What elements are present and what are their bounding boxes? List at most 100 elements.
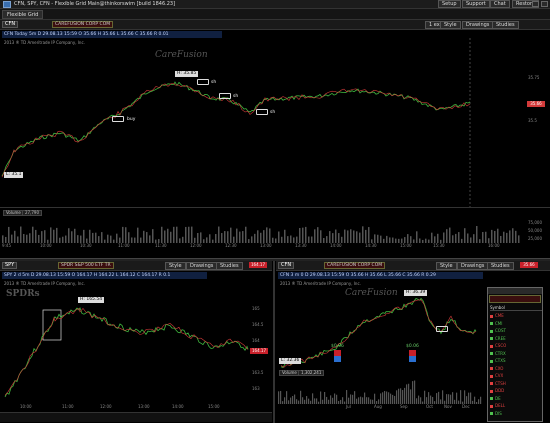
time-tick: 12:00	[190, 243, 202, 248]
volume-bar	[286, 391, 288, 404]
spy-chart-header: SPY SPDR S&P 500 ETF TR Style Drawings S…	[0, 261, 272, 271]
support-button[interactable]: Support	[462, 0, 490, 8]
watchlist-row[interactable]: DDD	[490, 388, 542, 394]
spy-scrollbar[interactable]	[0, 412, 272, 422]
volume-bar	[364, 392, 366, 404]
volume-bar	[254, 233, 256, 243]
volume-bar	[518, 235, 520, 243]
sell-annotation: sh	[211, 80, 217, 85]
main-price-chart[interactable]	[0, 38, 550, 210]
volume-bar	[346, 390, 348, 404]
spy-drawings-menu[interactable]: Drawings	[186, 262, 218, 270]
cfn2-price-series-down	[280, 299, 477, 368]
earnings-icon	[334, 356, 341, 362]
minimize-icon[interactable]	[532, 1, 539, 7]
volume-bar	[466, 396, 468, 404]
tab-flexible-grid[interactable]: Flexible Grid	[2, 10, 44, 19]
low-label: L: 35.1	[4, 172, 24, 178]
volume-bar	[284, 229, 286, 243]
volume-bar	[386, 391, 388, 404]
volume-bar	[83, 229, 85, 243]
close-icon[interactable]	[541, 1, 548, 7]
watchlist-row[interactable]: DIS	[490, 411, 542, 417]
spy-price-tick: 164.5	[252, 322, 264, 327]
watchlist-row[interactable]: CVX	[490, 373, 542, 379]
watchlist-row[interactable]: COST	[490, 328, 542, 334]
volume-bar	[436, 393, 438, 404]
volume-bar	[26, 234, 28, 243]
time-tick: Dec	[462, 404, 470, 409]
cfn2-price-chart[interactable]	[276, 288, 486, 378]
spy-price-tick: 164	[252, 338, 260, 343]
setup-button[interactable]: Setup	[438, 0, 461, 8]
watchlist-column-header[interactable]: Symbol	[490, 305, 542, 311]
watchlist-symbol: CSCO	[495, 343, 507, 348]
spy-symbol-input[interactable]: SPY	[2, 262, 18, 269]
volume-bar	[164, 230, 166, 243]
volume-bar	[101, 232, 103, 243]
volume-axis-tick: 75,000	[528, 220, 542, 225]
volume-bar	[32, 226, 34, 243]
volume-bar	[434, 236, 436, 243]
style-menu[interactable]: Style	[440, 21, 461, 29]
watchlist-row[interactable]: CME	[490, 313, 542, 319]
volume-bar	[382, 392, 384, 404]
dividend-marker[interactable]: $0.06	[331, 344, 344, 362]
watchlist-gadget: Symbol CME CMI COST CREE CSCO CTRX CTXS CXO CVX C…	[487, 287, 543, 422]
cfn2-drawings-menu[interactable]: Drawings	[457, 262, 489, 270]
sell-annotation: sh	[233, 94, 239, 99]
status-dot-icon	[490, 329, 493, 333]
watchlist-row[interactable]: CTSH	[490, 381, 542, 387]
chat-button[interactable]: Chat	[490, 0, 510, 8]
watchlist-row[interactable]: CTXS	[490, 358, 542, 364]
dividend-marker[interactable]: $0.06	[406, 344, 419, 362]
volume-bar	[68, 228, 70, 243]
watchlist-row[interactable]: DE	[490, 396, 542, 402]
watchlist-row[interactable]: CXO	[490, 366, 542, 372]
volume-bar	[365, 229, 367, 243]
spy-price-chart[interactable]	[0, 288, 250, 403]
cfn2-volume-histogram	[278, 380, 482, 404]
time-tick: 14:00	[172, 404, 184, 409]
arrow-icon	[256, 109, 268, 115]
volume-bar	[515, 230, 517, 243]
volume-bar	[218, 226, 220, 243]
spy-studies-menu[interactable]: Studies	[216, 262, 243, 270]
volume-bar	[137, 227, 139, 243]
volume-bar	[320, 230, 322, 243]
drawings-menu[interactable]: Drawings	[462, 21, 494, 29]
volume-bar	[176, 226, 178, 243]
title-bar: CFN, SPY, CFN - Flexible Grid Main@think…	[0, 0, 550, 9]
volume-bar	[412, 381, 414, 404]
watchlist-symbol: DDD	[495, 388, 505, 393]
volume-axis-tick: 50,000	[528, 228, 542, 233]
watchlist-selector[interactable]	[489, 295, 541, 303]
cfn2-style-menu[interactable]: Style	[436, 262, 457, 270]
cfn2-studies-menu[interactable]: Studies	[487, 262, 514, 270]
watchlist-row[interactable]: CTRX	[490, 351, 542, 357]
dividend-amount: $0.06	[406, 344, 419, 349]
volume-bar	[342, 397, 344, 404]
watchlist-row[interactable]: CSCO	[490, 343, 542, 349]
time-tick: 11:30	[155, 243, 167, 248]
volume-bar	[467, 233, 469, 243]
volume-bar	[173, 226, 175, 243]
cfn2-quote-values: D 29.08.13 15:59 O 35.66 H 35.66 L 35.66…	[304, 273, 436, 278]
time-tick: 12:30	[225, 243, 237, 248]
watchlist-row[interactable]: DELL	[490, 403, 542, 409]
watchlist-row[interactable]: CMI	[490, 321, 542, 327]
watchlist-row[interactable]: CREE	[490, 336, 542, 342]
spy-style-menu[interactable]: Style	[165, 262, 186, 270]
volume-bar	[503, 231, 505, 243]
volume-bar	[71, 231, 73, 243]
studies-menu[interactable]: Studies	[492, 21, 519, 29]
volume-bar	[468, 392, 470, 404]
cfn2-price-badge: 35.66	[520, 262, 538, 268]
cfn2-symbol-input[interactable]: CFN	[278, 262, 295, 269]
watchlist-symbol: CVX	[495, 373, 504, 378]
symbol-input[interactable]: CFN	[2, 21, 19, 28]
volume-bar	[442, 390, 444, 404]
grid-splitter-vertical[interactable]	[273, 261, 275, 423]
spy-quote-label: SPY 2 d 5m	[4, 273, 30, 278]
volume-bar	[380, 235, 382, 243]
